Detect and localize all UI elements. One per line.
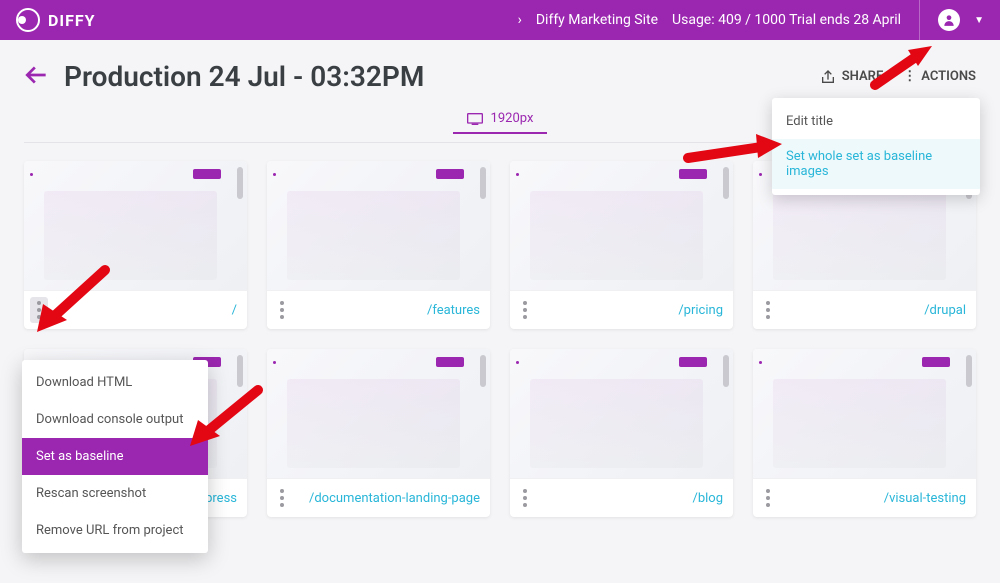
separator	[919, 0, 920, 40]
user-icon	[942, 13, 956, 27]
screenshot-thumb[interactable]	[267, 349, 490, 478]
share-icon	[820, 69, 836, 85]
menu-remove-url[interactable]: Remove URL from project	[22, 512, 208, 549]
screenshot-card: /blog	[510, 349, 733, 517]
breakpoint-label: 1920px	[491, 111, 534, 126]
card-menu-button[interactable]	[516, 297, 534, 323]
dots-icon: ⋮	[903, 69, 915, 84]
menu-set-whole-baseline[interactable]: Set whole set as baseline images	[772, 139, 980, 189]
share-label: SHARE	[842, 69, 884, 84]
breakpoint-tab-1920[interactable]: 1920px	[453, 105, 548, 134]
actions-button[interactable]: ⋮ ACTIONS	[903, 69, 976, 84]
logo-icon	[16, 8, 40, 32]
menu-rescan[interactable]: Rescan screenshot	[22, 475, 208, 512]
brand-area[interactable]: DIFFY	[16, 8, 96, 32]
card-url[interactable]: /pricing	[678, 303, 723, 318]
card-context-menu: Download HTML Download console output Se…	[22, 360, 208, 553]
screenshot-card: /pricing	[510, 161, 733, 329]
topbar-right: › Diffy Marketing Site Usage: 409 / 1000…	[518, 0, 984, 40]
share-button[interactable]: SHARE	[820, 69, 884, 85]
screenshot-thumb[interactable]	[24, 161, 247, 290]
menu-download-html[interactable]: Download HTML	[22, 364, 208, 401]
menu-edit-title[interactable]: Edit title	[772, 104, 980, 139]
card-menu-button[interactable]	[30, 297, 48, 323]
card-url[interactable]: /features	[427, 303, 480, 318]
screenshot-thumb[interactable]	[753, 349, 976, 478]
card-url[interactable]: /visual-testing	[884, 491, 966, 506]
chevron-right-icon[interactable]: ›	[518, 12, 522, 28]
card-menu-button[interactable]	[273, 297, 291, 323]
screenshot-thumb[interactable]	[510, 349, 733, 478]
card-menu-button[interactable]	[516, 485, 534, 511]
card-menu-button[interactable]	[273, 485, 291, 511]
user-menu[interactable]	[938, 9, 960, 31]
caret-down-icon[interactable]: ▼	[974, 15, 984, 26]
desktop-icon	[467, 113, 483, 125]
card-menu-button[interactable]	[759, 297, 777, 323]
actions-dropdown: Edit title Set whole set as baseline ima…	[772, 98, 980, 195]
screenshot-card: /	[24, 161, 247, 329]
menu-set-as-baseline[interactable]: Set as baseline	[22, 438, 208, 475]
actions-label: ACTIONS	[921, 69, 976, 84]
card-menu-button[interactable]	[759, 485, 777, 511]
page-header: Production 24 Jul - 03:32PM SHARE ⋮ ACTI…	[0, 40, 1000, 101]
screenshot-card: /features	[267, 161, 490, 329]
topbar: DIFFY › Diffy Marketing Site Usage: 409 …	[0, 0, 1000, 40]
usage-text: Usage: 409 / 1000 Trial ends 28 April	[672, 12, 901, 28]
screenshot-card: /documentation-landing-page	[267, 349, 490, 517]
screenshot-card: /visual-testing	[753, 349, 976, 517]
card-url[interactable]: /documentation-landing-page	[309, 491, 480, 506]
screenshot-thumb[interactable]	[267, 161, 490, 290]
screenshot-thumb[interactable]	[510, 161, 733, 290]
card-url[interactable]: /blog	[692, 491, 723, 506]
back-button[interactable]	[24, 62, 50, 92]
page-title: Production 24 Jul - 03:32PM	[64, 60, 424, 93]
card-url[interactable]: /	[232, 303, 237, 318]
menu-download-console[interactable]: Download console output	[22, 401, 208, 438]
brand-name: DIFFY	[48, 11, 96, 30]
project-name[interactable]: Diffy Marketing Site	[536, 12, 658, 28]
card-url[interactable]: /drupal	[924, 303, 966, 318]
